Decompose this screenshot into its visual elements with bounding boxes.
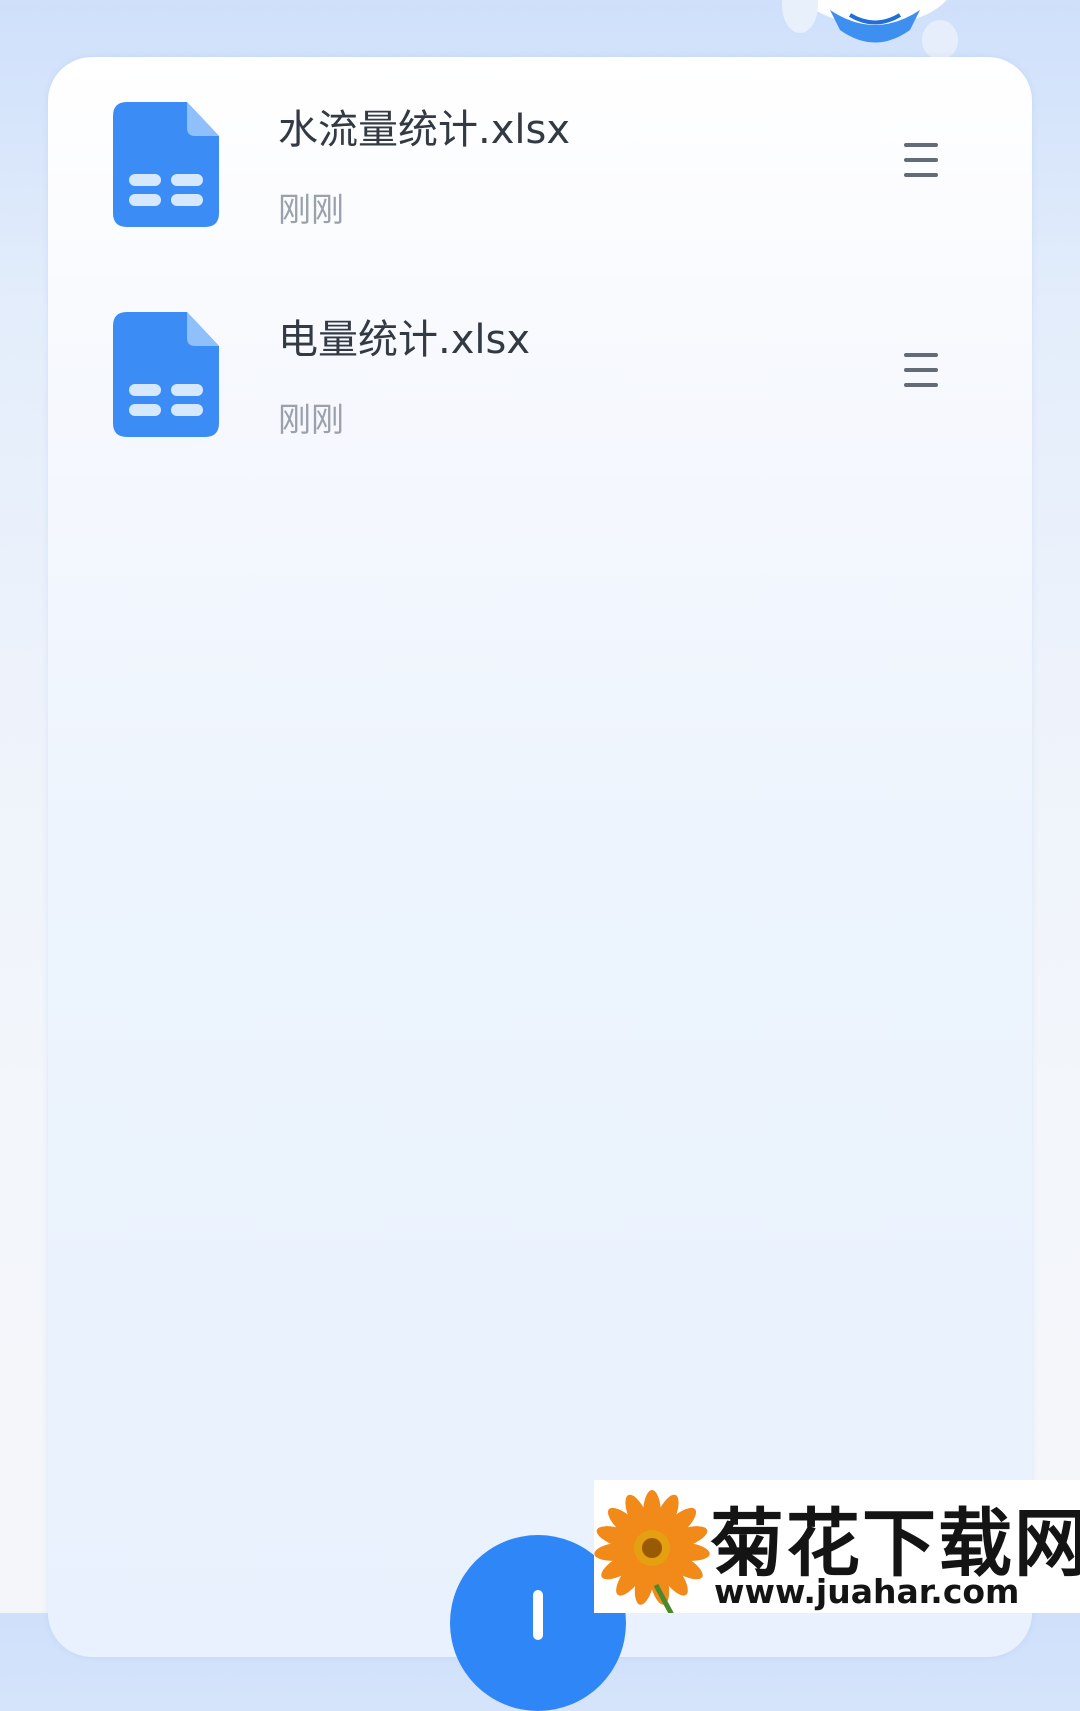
- flower-logo: [594, 1490, 710, 1613]
- menu-icon[interactable]: [902, 139, 946, 181]
- plus-icon: [533, 1590, 543, 1640]
- file-time: 刚刚: [278, 190, 344, 229]
- spreadsheet-icon: [113, 102, 219, 227]
- file-time: 刚刚: [278, 400, 344, 439]
- watermark: 菊花下载网 www.juahar.com: [594, 1480, 1080, 1613]
- spreadsheet-icon: [113, 312, 219, 437]
- file-name: 电量统计.xlsx: [278, 317, 531, 363]
- file-name: 水流量统计.xlsx: [278, 107, 571, 153]
- file-row[interactable]: 电量统计.xlsx 刚刚: [48, 267, 1032, 439]
- file-list-card: 水流量统计.xlsx 刚刚 电量统计.xlsx 刚刚: [48, 57, 1032, 1657]
- file-row[interactable]: 水流量统计.xlsx 刚刚: [48, 57, 1032, 229]
- menu-icon[interactable]: [902, 349, 946, 391]
- watermark-url: www.juahar.com: [714, 1572, 1020, 1611]
- mascot-illustration: [782, 0, 958, 60]
